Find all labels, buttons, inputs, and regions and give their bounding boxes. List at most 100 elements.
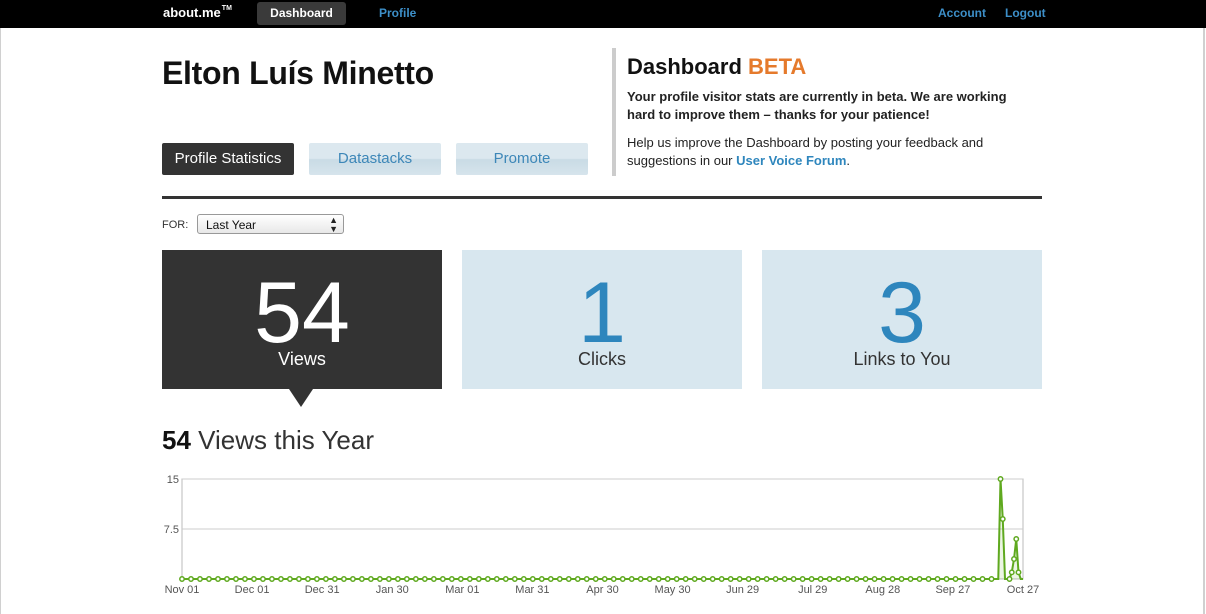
data-point xyxy=(862,576,869,582)
links-stat-tile[interactable]: 3 Links to You xyxy=(762,250,1042,389)
x-tick-label: Sep 27 xyxy=(935,584,970,596)
chart-heading: 54 Views this Year xyxy=(162,425,374,456)
data-point xyxy=(781,576,788,582)
data-point xyxy=(547,576,554,582)
clicks-label: Clicks xyxy=(578,349,626,369)
data-point xyxy=(529,576,536,582)
data-point xyxy=(628,576,635,582)
data-point xyxy=(709,576,716,582)
data-point xyxy=(349,576,356,582)
beta-badge: BETA xyxy=(748,54,807,79)
data-point xyxy=(718,576,725,582)
views-label: Views xyxy=(278,349,326,369)
data-point xyxy=(997,476,1004,482)
x-tick-label: Jun 29 xyxy=(726,584,759,596)
data-point xyxy=(1011,556,1017,562)
data-point xyxy=(251,576,257,582)
data-point xyxy=(655,576,662,582)
data-point xyxy=(277,576,284,582)
page-title: Elton Luís Minetto xyxy=(162,55,434,91)
data-point xyxy=(322,576,329,582)
views-line-chart: 15 7.5 Nov 01 Dec 01 Dec 31 Jan 30 Mar 01 Mar 3… xyxy=(164,474,1040,596)
data-point xyxy=(421,576,428,582)
data-point xyxy=(565,576,572,582)
tab-promote[interactable]: Promote xyxy=(456,143,588,175)
data-point xyxy=(233,576,239,582)
views-stat-tile[interactable]: 54 Views xyxy=(162,250,442,389)
data-point xyxy=(952,576,959,582)
data-point xyxy=(457,576,464,582)
data-point xyxy=(907,576,914,582)
data-point xyxy=(1013,536,1020,542)
data-point xyxy=(403,576,410,582)
period-select-value: Last Year xyxy=(206,218,257,232)
data-point xyxy=(358,576,365,582)
data-point xyxy=(493,576,500,582)
data-point xyxy=(691,576,698,582)
data-point xyxy=(439,576,446,582)
data-point xyxy=(538,576,545,582)
data-point xyxy=(367,576,374,582)
data-point xyxy=(610,576,617,582)
x-tick-label: Dec 31 xyxy=(305,584,340,596)
data-point xyxy=(286,576,293,582)
page-frame-right xyxy=(1203,28,1205,614)
data-point xyxy=(601,576,608,582)
period-select[interactable]: Last Year ▲ ▼ xyxy=(197,214,344,234)
data-point xyxy=(242,576,248,582)
data-point xyxy=(412,576,419,582)
data-point xyxy=(260,576,266,582)
x-tick-label: May 30 xyxy=(655,584,691,596)
links-count: 3 xyxy=(878,265,926,361)
x-tick-label: Dec 01 xyxy=(235,584,270,596)
beta-notice-message: Your profile visitor stats are currently… xyxy=(627,89,1007,122)
data-point xyxy=(772,576,779,582)
user-voice-forum-link[interactable]: User Voice Forum xyxy=(736,153,846,168)
data-point xyxy=(736,576,743,582)
data-point xyxy=(844,576,851,582)
data-point xyxy=(583,576,590,582)
data-point xyxy=(304,576,311,582)
data-point xyxy=(592,576,599,582)
data-point xyxy=(745,576,752,582)
data-point xyxy=(197,576,203,582)
data-point xyxy=(1008,569,1015,576)
data-point xyxy=(916,576,923,582)
data-point xyxy=(808,576,815,582)
x-tick-label: Oct 27 xyxy=(1007,584,1039,596)
data-point xyxy=(466,576,473,582)
about-me-logo[interactable]: about.meTM xyxy=(163,5,232,20)
select-arrows-icon: ▲ ▼ xyxy=(329,215,338,234)
data-point xyxy=(934,576,941,582)
nav-account-link[interactable]: Account xyxy=(938,6,986,20)
nav-profile-link[interactable]: Profile xyxy=(379,6,416,20)
data-point xyxy=(817,576,824,582)
data-point xyxy=(215,576,221,582)
beta-notice-bar xyxy=(612,48,616,176)
data-point xyxy=(988,576,995,582)
tab-datastacks[interactable]: Datastacks xyxy=(309,143,441,175)
links-label: Links to You xyxy=(853,349,951,369)
logo-trademark: TM xyxy=(221,5,232,12)
data-point xyxy=(871,576,878,582)
beta-notice-title: Dashboard BETA xyxy=(627,54,806,80)
data-point xyxy=(619,576,626,582)
active-tile-pointer-icon xyxy=(289,389,313,407)
data-point xyxy=(556,576,563,582)
data-point xyxy=(790,576,797,582)
y-tick-label: 7.5 xyxy=(164,524,179,536)
tab-profile-statistics[interactable]: Profile Statistics xyxy=(162,143,294,175)
data-point xyxy=(700,576,707,582)
data-point xyxy=(637,576,644,582)
x-tick-label: Nov 01 xyxy=(165,584,200,596)
data-point xyxy=(376,576,383,582)
section-divider xyxy=(162,196,1042,199)
nav-logout-link[interactable]: Logout xyxy=(1005,6,1046,20)
data-point xyxy=(484,576,491,582)
nav-dashboard-button[interactable]: Dashboard xyxy=(257,2,346,25)
x-tick-label: Mar 31 xyxy=(515,584,549,596)
data-point xyxy=(682,576,689,582)
data-point xyxy=(313,576,320,582)
clicks-stat-tile[interactable]: 1 Clicks xyxy=(462,250,742,389)
chart-heading-count: 54 xyxy=(162,425,191,455)
